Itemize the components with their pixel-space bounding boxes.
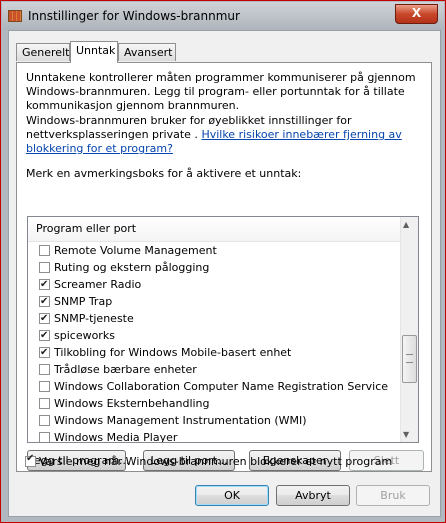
firewall-settings-window: Innstillinger for Windows-brannmur X Gen… xyxy=(0,0,446,523)
exception-checkbox[interactable] xyxy=(39,245,50,256)
list-item[interactable]: Windows Collaboration Computer Name Regi… xyxy=(28,378,401,395)
tab-unntak[interactable]: Unntak xyxy=(70,41,118,63)
exception-label: spiceworks xyxy=(54,329,115,342)
tab-avansert[interactable]: Avansert xyxy=(118,43,176,61)
list-item[interactable]: Trådløse bærbare enheter xyxy=(28,361,401,378)
list-caption: Merk en avmerkingsboks for å aktivere et… xyxy=(26,167,302,180)
exception-checkbox[interactable] xyxy=(39,432,50,442)
exceptions-list[interactable]: Program eller port Remote Volume Managem… xyxy=(27,216,419,443)
list-item[interactable]: Windows Media Player xyxy=(28,429,401,443)
list-item[interactable]: Windows Eksternbehandling xyxy=(28,395,401,412)
exception-label: Trådløse bærbare enheter xyxy=(54,363,197,376)
exception-checkbox[interactable] xyxy=(39,276,50,293)
list-column-header[interactable]: Program eller port xyxy=(28,217,401,242)
apply-button[interactable]: Bruk xyxy=(356,485,430,506)
scrollbar-thumb[interactable] xyxy=(402,335,417,383)
title-bar[interactable]: Innstillinger for Windows-brannmur X xyxy=(2,2,444,30)
notify-checkbox[interactable] xyxy=(25,453,36,467)
network-location-paragraph: Windows-brannmuren bruker for øyeblikket… xyxy=(26,114,421,156)
exception-checkbox[interactable] xyxy=(39,327,50,344)
list-item[interactable]: Screamer Radio xyxy=(28,276,401,293)
exception-label: Remote Volume Management xyxy=(54,244,217,257)
exception-checkbox[interactable] xyxy=(39,310,50,327)
tab-generelt[interactable]: Generelt xyxy=(16,43,70,61)
list-item[interactable]: SNMP-tjeneste xyxy=(28,310,401,327)
exception-label: SNMP-tjeneste xyxy=(54,312,134,325)
exception-label: Screamer Radio xyxy=(54,278,142,291)
exception-label: SNMP Trap xyxy=(54,295,113,308)
close-button[interactable]: X xyxy=(395,4,438,24)
exception-checkbox[interactable] xyxy=(39,344,50,361)
exception-label: Tilkobling for Windows Mobile-basert enh… xyxy=(54,346,292,359)
list-item[interactable]: spiceworks xyxy=(28,327,401,344)
exception-checkbox[interactable] xyxy=(39,293,50,310)
scroll-up-arrow-icon[interactable]: ▲ xyxy=(403,220,409,229)
exceptions-list-items: Remote Volume Management Ruting og ekster… xyxy=(28,242,401,443)
firewall-brick-icon xyxy=(8,10,22,22)
exception-checkbox[interactable] xyxy=(39,415,50,426)
exception-checkbox[interactable] xyxy=(39,262,50,273)
exception-label: Windows Media Player xyxy=(54,431,178,443)
ok-button[interactable]: OK xyxy=(195,485,269,506)
intro-paragraph: Unntakene kontrollerer måten programmer … xyxy=(26,71,416,112)
window-title: Innstillinger for Windows-brannmur xyxy=(28,9,240,23)
list-item[interactable]: Windows Management Instrumentation (WMI) xyxy=(28,412,401,429)
scroll-down-arrow-icon[interactable]: ▼ xyxy=(403,430,409,439)
scrollbar-grip-icon xyxy=(406,354,413,363)
exception-checkbox[interactable] xyxy=(39,364,50,375)
notify-label: Varsle meg når Windows-brannmuren blokke… xyxy=(39,455,393,468)
column-header-program-or-port: Program eller port xyxy=(36,222,137,235)
list-item[interactable]: Ruting og ekstern pålogging xyxy=(28,259,401,276)
list-item[interactable]: Tilkobling for Windows Mobile-basert enh… xyxy=(28,344,401,361)
exception-label: Windows Eksternbehandling xyxy=(54,397,210,410)
exception-checkbox[interactable] xyxy=(39,381,50,392)
list-scrollbar[interactable]: ▲ ▼ xyxy=(400,217,418,442)
list-item[interactable]: SNMP Trap xyxy=(28,293,401,310)
list-item[interactable]: Remote Volume Management xyxy=(28,242,401,259)
exception-label: Windows Management Instrumentation (WMI) xyxy=(54,414,307,427)
exception-label: Windows Collaboration Computer Name Regi… xyxy=(54,380,389,393)
exceptions-tab-panel: Unntakene kontrollerer måten programmer … xyxy=(16,62,432,472)
exception-checkbox[interactable] xyxy=(39,398,50,409)
dialog-client-area: Generelt Unntak Avansert Unntakene kontr… xyxy=(8,30,441,517)
cancel-button[interactable]: Avbryt xyxy=(276,485,350,506)
exception-label: Ruting og ekstern pålogging xyxy=(54,261,210,274)
